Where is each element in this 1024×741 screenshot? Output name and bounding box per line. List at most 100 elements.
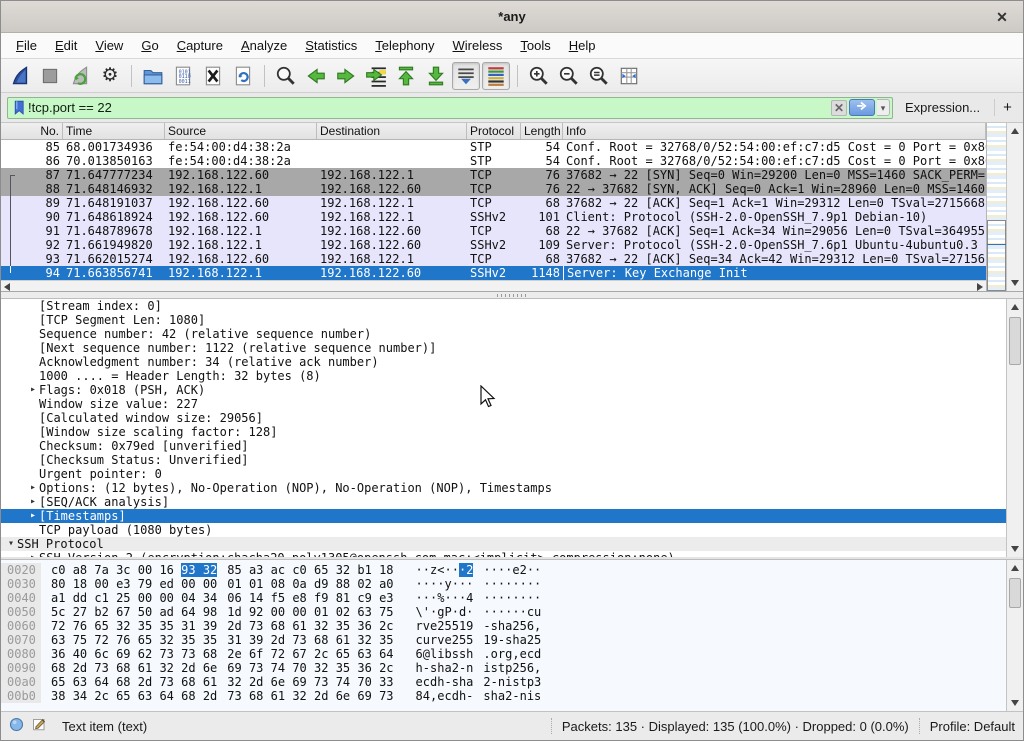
collapse-icon[interactable]: ▾	[5, 537, 17, 551]
hex-byte[interactable]: u	[534, 605, 541, 619]
hex-byte[interactable]: 31	[227, 633, 241, 647]
hex-byte[interactable]: 2c	[94, 689, 108, 703]
hex-byte[interactable]: ·	[520, 605, 527, 619]
hex-byte[interactable]: ·	[423, 563, 430, 577]
hex-byte[interactable]: s	[483, 689, 490, 703]
hex-byte[interactable]: r	[416, 619, 423, 633]
hex-byte[interactable]: -	[444, 675, 451, 689]
go-forward-icon[interactable]	[332, 62, 360, 90]
hex-byte[interactable]: h	[512, 633, 519, 647]
hex-byte[interactable]: 72	[271, 647, 285, 661]
hex-byte[interactable]: 64	[94, 675, 108, 689]
hex-byte[interactable]: e	[416, 675, 423, 689]
hex-byte[interactable]: 16	[159, 563, 173, 577]
hex-byte[interactable]: f5	[271, 591, 285, 605]
hex-byte[interactable]: 61	[271, 689, 285, 703]
detail-tree-item[interactable]: ▸SSH Version 2 (encryption:chacha20-poly…	[1, 551, 1006, 557]
hex-byte[interactable]: 2d	[73, 661, 87, 675]
hex-byte[interactable]: ·	[491, 577, 498, 591]
hex-byte[interactable]: 68	[271, 619, 285, 633]
expand-icon[interactable]: ▸	[27, 481, 39, 495]
hex-byte[interactable]: ·	[534, 563, 541, 577]
hex-byte[interactable]: ·	[512, 605, 519, 619]
hex-byte[interactable]: 36	[357, 619, 371, 633]
hex-byte[interactable]: s	[452, 675, 459, 689]
detail-tree-item[interactable]: [Checksum Status: Unverified]	[1, 453, 1006, 467]
hex-byte[interactable]: 63	[73, 675, 87, 689]
hex-dump-row[interactable]: 00505c 27 b2 67 50 ad 64 981d 92 00 00 0…	[1, 605, 1006, 619]
hex-byte[interactable]: 2d	[271, 633, 285, 647]
hex-byte[interactable]: c	[423, 675, 430, 689]
hex-byte[interactable]: 35	[336, 619, 350, 633]
go-back-icon[interactable]	[302, 62, 330, 90]
expand-icon[interactable]: ▸	[27, 495, 39, 509]
expert-info-icon[interactable]	[9, 717, 24, 735]
minimap-thumb[interactable]	[987, 220, 1006, 291]
close-icon[interactable]: ✕	[991, 6, 1013, 28]
hex-byte[interactable]: 65	[116, 689, 130, 703]
hex-byte[interactable]: ·	[466, 605, 473, 619]
hex-byte[interactable]: 08	[271, 577, 285, 591]
hex-byte[interactable]: 7a	[94, 563, 108, 577]
hex-byte[interactable]: 2d	[203, 689, 217, 703]
hex-byte[interactable]: 32	[336, 563, 350, 577]
save-file-icon[interactable]: 010101100011	[169, 62, 197, 90]
hex-byte[interactable]: n	[466, 661, 473, 675]
expand-icon[interactable]: ▸	[27, 383, 39, 397]
menu-statistics[interactable]: Statistics	[296, 35, 366, 56]
hex-byte[interactable]: b	[444, 647, 451, 661]
zoom-in-icon[interactable]	[525, 62, 553, 90]
hex-byte[interactable]: 35	[138, 619, 152, 633]
hex-byte[interactable]: 32	[314, 661, 328, 675]
hex-byte[interactable]: 00	[159, 591, 173, 605]
hex-byte[interactable]: 27	[73, 605, 87, 619]
hex-byte[interactable]: 01	[249, 577, 263, 591]
hex-byte[interactable]: 31	[181, 619, 195, 633]
column-header-length[interactable]: Length	[521, 123, 563, 139]
hex-byte[interactable]: ·	[483, 563, 490, 577]
filter-bookmark-icon[interactable]	[12, 99, 28, 117]
hex-byte[interactable]: 69	[227, 661, 241, 675]
hex-byte[interactable]: 6e	[336, 689, 350, 703]
hex-byte[interactable]: 75	[73, 633, 87, 647]
hex-byte[interactable]: h	[491, 689, 498, 703]
hex-byte[interactable]: 92	[249, 605, 263, 619]
detail-tree-item[interactable]: [TCP Segment Len: 1080]	[1, 313, 1006, 327]
open-file-folder-icon[interactable]	[139, 62, 167, 90]
hex-byte[interactable]: 73	[379, 689, 393, 703]
filter-apply-icon[interactable]	[849, 99, 875, 116]
menu-capture[interactable]: Capture	[168, 35, 232, 56]
hex-byte[interactable]: 5	[444, 619, 451, 633]
detail-tree-item[interactable]: Checksum: 0x79ed [unverified]	[1, 439, 1006, 453]
hex-byte[interactable]: 32	[116, 619, 130, 633]
hex-byte[interactable]: @	[423, 647, 430, 661]
hex-byte[interactable]: 32	[203, 563, 217, 577]
hex-byte[interactable]: 64	[379, 647, 393, 661]
scroll-left-icon[interactable]	[4, 283, 10, 291]
hex-byte[interactable]: ·	[423, 591, 430, 605]
menu-analyze[interactable]: Analyze	[232, 35, 296, 56]
hex-byte[interactable]: 2c	[379, 661, 393, 675]
hex-byte[interactable]: 40	[73, 647, 87, 661]
packet-row[interactable]: 9471.663856741192.168.122.1192.168.122.6…	[1, 266, 986, 280]
hex-byte[interactable]: 2	[527, 633, 534, 647]
hex-byte[interactable]: 73	[249, 619, 263, 633]
hex-byte[interactable]: ed	[159, 577, 173, 591]
hex-byte[interactable]: 63	[51, 633, 65, 647]
hex-byte[interactable]: ,	[512, 647, 519, 661]
hex-dump-row[interactable]: 006072 76 65 32 35 35 31 392d 73 68 61 3…	[1, 619, 1006, 633]
hex-byte[interactable]: 32	[227, 675, 241, 689]
hex-byte[interactable]: a8	[73, 563, 87, 577]
hex-byte[interactable]: 02	[357, 577, 371, 591]
hex-byte[interactable]: 63	[357, 605, 371, 619]
hex-byte[interactable]: 74	[271, 661, 285, 675]
hex-byte[interactable]: 69	[116, 647, 130, 661]
hex-byte[interactable]: 1d	[227, 605, 241, 619]
hex-byte[interactable]: 61	[203, 675, 217, 689]
hex-byte[interactable]: 70	[292, 661, 306, 675]
hex-byte[interactable]: -	[491, 675, 498, 689]
hex-byte[interactable]: ·	[416, 577, 423, 591]
hex-byte[interactable]: 14	[249, 591, 263, 605]
hex-byte[interactable]: a	[444, 661, 451, 675]
hex-byte[interactable]: 35	[203, 633, 217, 647]
